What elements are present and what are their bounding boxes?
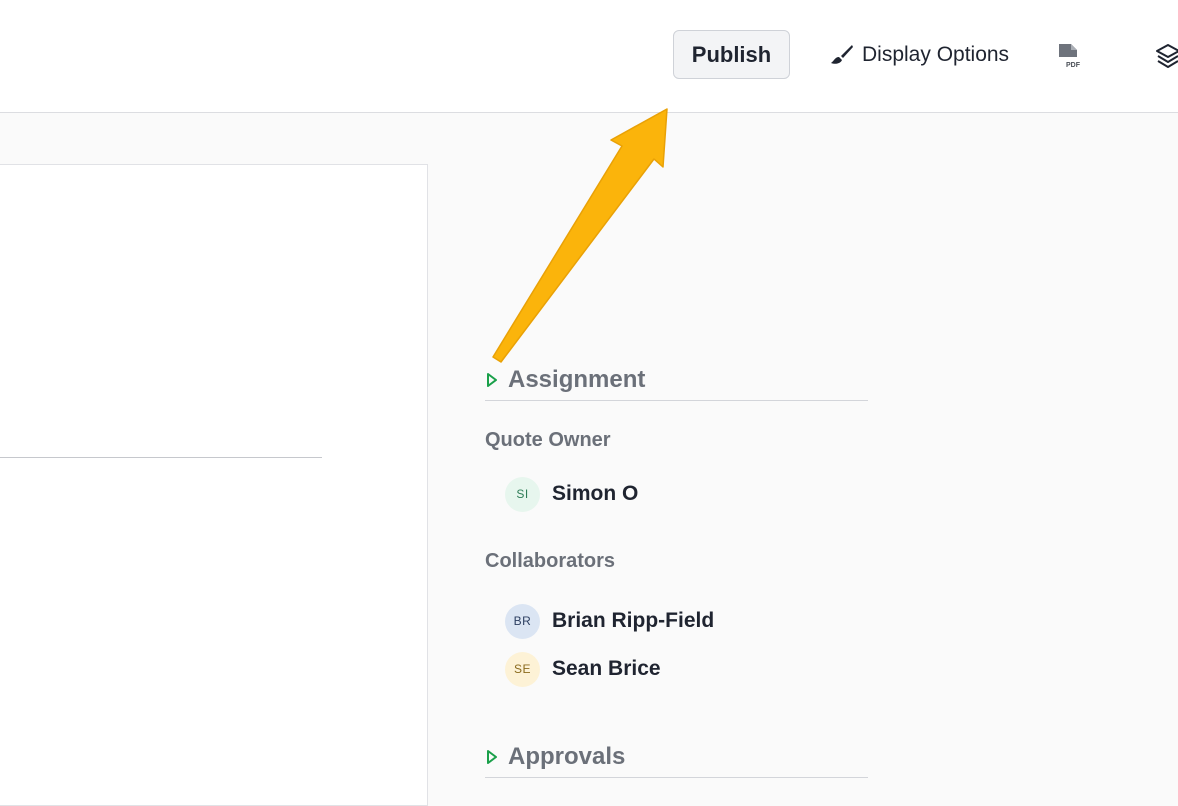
collaborator-item[interactable]: BR Brian Ripp-Field	[505, 603, 714, 639]
display-options-label: Display Options	[862, 43, 1010, 66]
assignment-title: Assignment	[508, 366, 646, 393]
approvals-section-header[interactable]: Approvals	[485, 737, 868, 778]
avatar: SE	[505, 651, 540, 687]
display-options-button[interactable]: Display Options	[830, 34, 1009, 76]
avatar: BR	[505, 603, 540, 639]
collaborator-name: Brian Ripp-Field	[552, 609, 715, 632]
quote-owner-name: Simon O	[552, 482, 639, 505]
assignment-section-header[interactable]: Assignment	[485, 360, 868, 401]
divider	[0, 457, 322, 458]
top-toolbar: Publish Display Options PDF	[0, 0, 1178, 113]
collaborator-name: Sean Brice	[552, 657, 661, 680]
collaborator-item[interactable]: SE Sean Brice	[505, 651, 661, 687]
avatar: SI	[505, 476, 540, 512]
caret-right-icon	[487, 373, 497, 387]
collaborators-label: Collaborators	[485, 550, 616, 572]
pdf-file-icon[interactable]: PDF	[1057, 43, 1081, 69]
approvals-title: Approvals	[508, 743, 626, 770]
publish-button[interactable]: Publish	[673, 30, 790, 79]
quote-owner-item[interactable]: SI Simon O	[505, 476, 638, 512]
quote-owner-label: Quote Owner	[485, 429, 611, 451]
editor-panel	[0, 164, 428, 806]
pdf-icon-text: PDF	[1066, 62, 1081, 69]
layers-icon[interactable]	[1155, 43, 1178, 69]
paintbrush-icon	[831, 45, 853, 64]
caret-right-icon	[487, 750, 497, 764]
